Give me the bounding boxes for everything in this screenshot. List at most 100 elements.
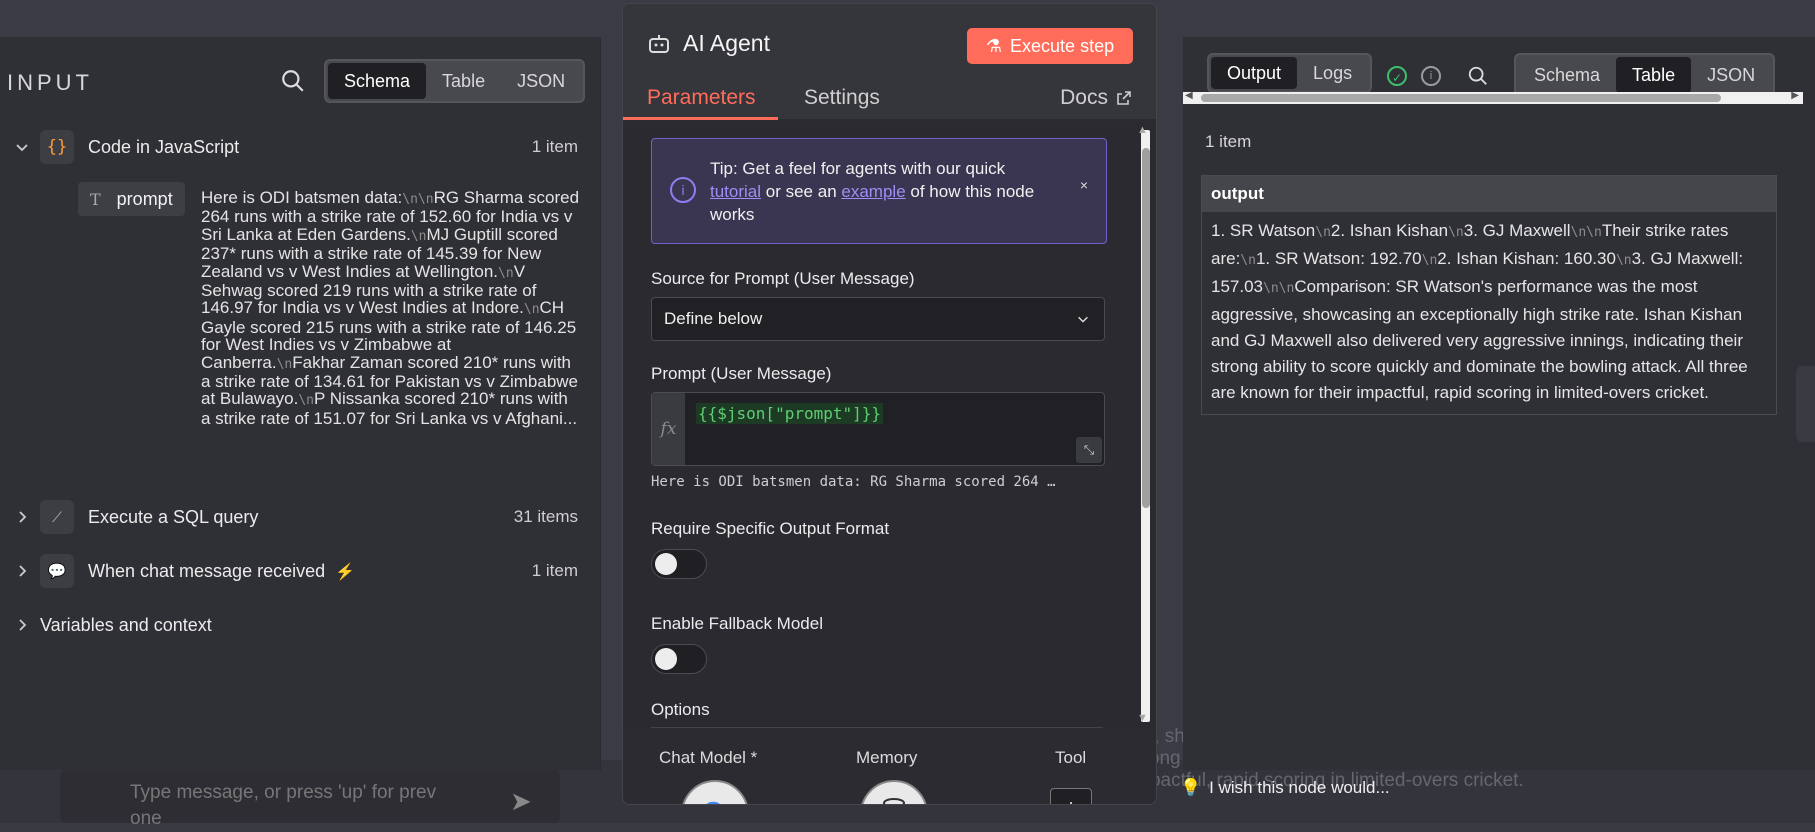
success-check-icon: ✓ bbox=[1387, 66, 1407, 86]
node-label: Execute a SQL query bbox=[88, 506, 259, 527]
scroll-left-icon[interactable]: ◀ bbox=[1185, 90, 1193, 101]
external-link-icon bbox=[1117, 91, 1131, 105]
tip-text: Tip: Get a feel for agents with our quic… bbox=[710, 159, 1035, 224]
output-table: output 1. SR Watson\n2. Ishan Kishan\n3.… bbox=[1201, 175, 1777, 415]
execute-step-label: Execute step bbox=[1010, 35, 1115, 56]
tree-node-sql[interactable]: ⟋ Execute a SQL query 31 items bbox=[0, 497, 600, 537]
node-label: Code in JavaScript bbox=[88, 136, 240, 157]
tip-callout: i Tip: Get a feel for agents with our qu… bbox=[651, 138, 1107, 244]
field-chip-prompt[interactable]: T prompt bbox=[78, 182, 185, 216]
output-view-toggle: Schema Table JSON bbox=[1514, 53, 1776, 97]
scrollbar-thumb[interactable] bbox=[1201, 94, 1721, 102]
google-icon[interactable]: G bbox=[681, 780, 749, 804]
parameters-body: i Tip: Get a feel for agents with our qu… bbox=[623, 122, 1133, 728]
chevron-down-icon[interactable] bbox=[14, 139, 30, 155]
chevron-right-icon[interactable] bbox=[14, 509, 30, 525]
tab-settings[interactable]: Settings bbox=[804, 86, 880, 110]
add-tool-button[interactable]: + bbox=[1050, 788, 1092, 804]
side-panel-handle[interactable] bbox=[1796, 366, 1815, 442]
chat-input-placeholder: Type message, or press 'up' for prev one bbox=[130, 782, 437, 829]
code-braces-icon: {} bbox=[40, 130, 74, 164]
text-type-icon: T bbox=[90, 189, 101, 209]
require-format-toggle[interactable] bbox=[651, 549, 707, 579]
search-icon[interactable] bbox=[280, 68, 306, 94]
tab-logs[interactable]: Logs bbox=[1297, 57, 1368, 89]
chat-icon: 💬 bbox=[40, 554, 74, 588]
output-panel: Output Logs ✓ i Schema Table JSON ◀ ▶ 1 … bbox=[1183, 37, 1815, 770]
prompt-expression-field[interactable]: fx {{$json["prompt"]}} ⤡ bbox=[651, 392, 1105, 466]
lightbulb-icon: 💡 bbox=[1180, 778, 1202, 797]
connector-memory: Memory bbox=[856, 748, 918, 767]
info-icon: i bbox=[670, 177, 696, 203]
output-tab-table[interactable]: Table bbox=[1616, 57, 1692, 93]
modal-title: AI Agent bbox=[683, 30, 770, 56]
tree-node-variables[interactable]: Variables and context bbox=[0, 605, 600, 645]
expand-icon[interactable]: ⤡ bbox=[1076, 437, 1102, 463]
active-tab-indicator bbox=[623, 117, 778, 120]
tree-node-chat-trigger[interactable]: 💬 When chat message received ⚡ 1 item bbox=[0, 551, 600, 591]
chevron-down-icon bbox=[1078, 316, 1088, 323]
wish-label: I wish this node would... bbox=[1209, 778, 1390, 797]
node-count: 1 item bbox=[531, 561, 578, 580]
chevron-right-icon[interactable] bbox=[14, 563, 30, 579]
source-select[interactable]: Define below bbox=[651, 297, 1105, 341]
scroll-down-icon[interactable]: ▼ bbox=[1137, 712, 1148, 724]
prompt-label: Prompt (User Message) bbox=[651, 364, 832, 383]
source-value: Define below bbox=[664, 309, 763, 328]
trigger-bolt-icon: ⚡ bbox=[335, 563, 356, 581]
scroll-up-icon[interactable]: ▲ bbox=[1137, 124, 1148, 136]
modal-header: AI Agent ⚗ Execute step Parameters Setti… bbox=[623, 4, 1156, 120]
input-panel-title: INPUT bbox=[7, 70, 93, 95]
prompt-preview: Here is ODI batsmen data: RG Sharma scor… bbox=[651, 474, 1056, 490]
ai-agent-modal: AI Agent ⚗ Execute step Parameters Setti… bbox=[622, 3, 1157, 805]
flask-icon: ⚗ bbox=[985, 35, 1003, 56]
require-format-label: Require Specific Output Format bbox=[651, 519, 890, 538]
output-tab-json[interactable]: JSON bbox=[1691, 57, 1771, 93]
execute-step-button[interactable]: ⚗ Execute step bbox=[967, 28, 1133, 64]
output-status-icons: ✓ i bbox=[1387, 65, 1489, 87]
input-panel: INPUT Schema Table JSON {} Code in JavaS… bbox=[0, 37, 601, 770]
robot-icon bbox=[649, 35, 669, 53]
prompt-expression: {{$json["prompt"]}} bbox=[696, 403, 884, 424]
feedback-prompt[interactable]: 💡 I wish this node would... bbox=[1180, 778, 1390, 798]
database-icon[interactable] bbox=[860, 780, 928, 804]
search-icon[interactable] bbox=[1467, 65, 1489, 87]
info-icon[interactable]: i bbox=[1421, 66, 1441, 86]
table-cell-output[interactable]: 1. SR Watson\n2. Ishan Kishan\n3. GJ Max… bbox=[1202, 212, 1776, 414]
output-tab-schema[interactable]: Schema bbox=[1518, 57, 1616, 93]
field-value-prompt: Here is ODI batsmen data:\n\nRG Sharma s… bbox=[201, 188, 580, 428]
tree-node-code[interactable]: {} Code in JavaScript 1 item bbox=[0, 127, 600, 167]
field-name: prompt bbox=[116, 188, 173, 209]
send-icon[interactable]: ➤ bbox=[510, 786, 532, 817]
output-logs-toggle: Output Logs bbox=[1207, 53, 1373, 93]
node-count: 31 items bbox=[513, 507, 578, 526]
close-icon[interactable]: × bbox=[1080, 177, 1088, 193]
input-tab-schema[interactable]: Schema bbox=[328, 63, 427, 99]
source-label: Source for Prompt (User Message) bbox=[651, 269, 915, 288]
options-label: Options bbox=[651, 700, 710, 719]
column-header-output: output bbox=[1202, 176, 1776, 212]
scroll-right-icon[interactable]: ▶ bbox=[1791, 90, 1799, 101]
example-link[interactable]: example bbox=[841, 182, 905, 201]
tab-output[interactable]: Output bbox=[1211, 57, 1298, 89]
scrollbar-thumb[interactable] bbox=[1142, 148, 1150, 508]
connector-tool: Tool bbox=[1055, 748, 1087, 767]
fx-icon: fx bbox=[652, 393, 685, 465]
fallback-label: Enable Fallback Model bbox=[651, 614, 823, 633]
node-count: 1 item bbox=[531, 137, 578, 156]
vertical-scrollbar[interactable]: ▲ ▼ bbox=[1133, 122, 1156, 728]
input-tab-table[interactable]: Table bbox=[426, 63, 501, 99]
connector-chat-model: Chat Model * bbox=[659, 748, 758, 767]
tab-parameters[interactable]: Parameters bbox=[647, 86, 756, 110]
chevron-right-icon[interactable] bbox=[14, 617, 30, 633]
sql-icon: ⟋ bbox=[40, 500, 74, 534]
connector-bar: Chat Model * Memory Tool G + bbox=[623, 728, 1156, 804]
input-view-toggle: Schema Table JSON bbox=[324, 59, 586, 103]
tutorial-link[interactable]: tutorial bbox=[710, 182, 761, 201]
docs-link[interactable]: Docs bbox=[1060, 86, 1132, 110]
node-label: When chat message received ⚡ bbox=[88, 560, 356, 581]
input-tab-json[interactable]: JSON bbox=[501, 63, 581, 99]
fallback-toggle[interactable] bbox=[651, 644, 707, 674]
output-item-count: 1 item bbox=[1205, 132, 1252, 151]
horizontal-scrollbar[interactable]: ◀ ▶ bbox=[1183, 90, 1803, 104]
